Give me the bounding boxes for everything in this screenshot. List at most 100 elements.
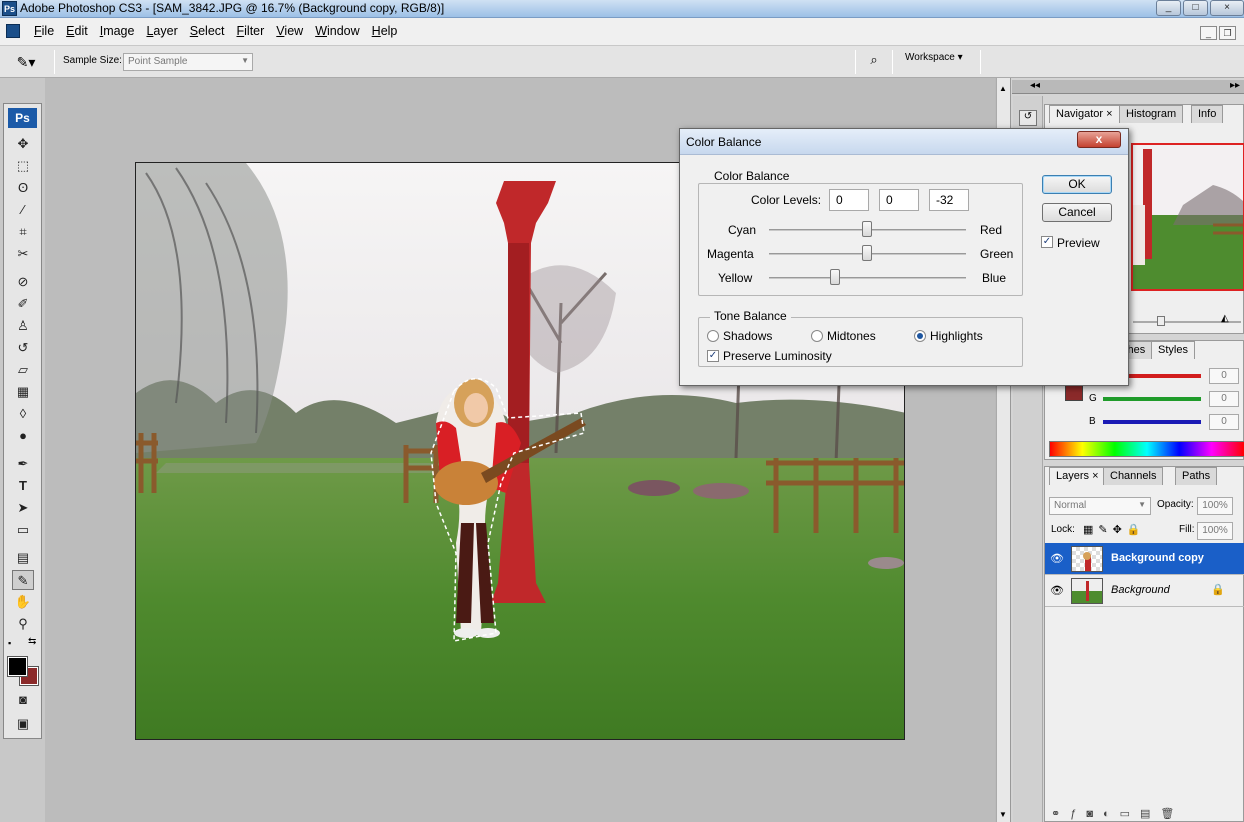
tab-info[interactable]: Info	[1191, 105, 1224, 123]
opacity-input[interactable]: 100%	[1197, 497, 1233, 515]
preview-checkbox[interactable]: ✓	[1041, 236, 1053, 248]
eyedropper-preset-icon[interactable]: ✎▾	[14, 52, 38, 72]
doc-minimize-button[interactable]: _	[1200, 26, 1217, 40]
photoshop-logo-icon[interactable]: Ps	[8, 108, 37, 128]
clone-stamp-tool-icon[interactable]: ♙	[12, 316, 34, 336]
swap-colors-icon[interactable]: ⇆	[28, 636, 36, 647]
preserve-luminosity-checkbox[interactable]: ✓	[707, 350, 719, 362]
layer-row-background[interactable]: 👁 Background 🔒	[1045, 575, 1244, 607]
color-level-yellow-blue-input[interactable]: -32	[929, 189, 969, 211]
menu-filter[interactable]: Filter	[231, 24, 271, 38]
document-icon[interactable]	[6, 24, 20, 38]
blue-channel-slider[interactable]	[1103, 420, 1201, 424]
cyan-red-slider-thumb[interactable]	[862, 221, 872, 237]
dodge-tool-icon[interactable]: ●	[12, 426, 34, 446]
menu-help[interactable]: Help	[366, 24, 404, 38]
quick-mask-icon[interactable]: ◙	[12, 690, 34, 710]
shadows-label[interactable]: Shadows	[723, 329, 772, 343]
default-colors-icon[interactable]: ▪	[8, 638, 11, 648]
layers-footer-icons[interactable]: ⚭ƒ◙◐▭▤🗑	[1051, 807, 1184, 820]
preserve-luminosity-label[interactable]: Preserve Luminosity	[723, 349, 832, 363]
blur-tool-icon[interactable]: ◊	[12, 404, 34, 424]
expand-icon[interactable]: ▸▸	[1230, 80, 1240, 91]
marquee-tool-icon[interactable]: ⬚	[12, 156, 34, 176]
gradient-tool-icon[interactable]: ▦	[12, 382, 34, 402]
menu-layer[interactable]: Layer	[140, 24, 183, 38]
dialog-close-button[interactable]: x	[1077, 131, 1121, 148]
tab-styles[interactable]: Styles	[1151, 341, 1195, 359]
blend-mode-select[interactable]: Normal ▼	[1049, 497, 1151, 515]
blue-channel-value[interactable]: 0	[1209, 414, 1239, 430]
zoom-in-icon[interactable]: ◭	[1221, 313, 1229, 324]
tab-navigator[interactable]: Navigator ×	[1049, 105, 1120, 123]
history-brush-tool-icon[interactable]: ↺	[12, 338, 34, 358]
notes-tool-icon[interactable]: ▤	[12, 548, 34, 568]
pen-tool-icon[interactable]: ✒	[12, 454, 34, 474]
minimize-button[interactable]: _	[1156, 0, 1181, 16]
menu-file[interactable]: File	[28, 24, 60, 38]
tab-histogram[interactable]: Histogram	[1119, 105, 1184, 123]
path-selection-tool-icon[interactable]: ➤	[12, 498, 34, 518]
dialog-titlebar[interactable]: Color Balance	[680, 129, 1128, 155]
menu-select[interactable]: Select	[184, 24, 231, 38]
scroll-down-icon[interactable]: ▼	[999, 810, 1007, 819]
type-tool-icon[interactable]: T	[12, 476, 34, 496]
menu-image[interactable]: Image	[94, 24, 141, 38]
navigator-thumbnail[interactable]	[1131, 143, 1244, 291]
yellow-blue-slider-thumb[interactable]	[830, 269, 840, 285]
magic-wand-tool-icon[interactable]: ⁄	[12, 200, 34, 220]
hand-tool-icon[interactable]: ✋	[12, 592, 34, 612]
highlights-radio[interactable]	[914, 330, 926, 342]
crop-tool-icon[interactable]: ⌗	[12, 222, 34, 242]
zoom-slider-thumb[interactable]	[1157, 316, 1165, 326]
close-icon[interactable]: ×	[1092, 470, 1098, 482]
move-tool-icon[interactable]: ✥	[12, 134, 34, 154]
menu-window[interactable]: Window	[309, 24, 365, 38]
shape-tool-icon[interactable]: ▭	[12, 520, 34, 540]
ok-button[interactable]: OK	[1042, 175, 1112, 194]
screen-mode-icon[interactable]: ▣	[12, 714, 34, 734]
eraser-tool-icon[interactable]: ▱	[12, 360, 34, 380]
maximize-button[interactable]: □	[1183, 0, 1208, 16]
brush-tool-icon[interactable]: ✐	[12, 294, 34, 314]
sample-size-select[interactable]: Point Sample ▼	[123, 53, 253, 71]
healing-brush-tool-icon[interactable]: ⊘	[12, 272, 34, 292]
lock-icons[interactable]: ▦✎✥🔒	[1083, 523, 1146, 536]
midtones-radio[interactable]	[811, 330, 823, 342]
menu-edit[interactable]: Edit	[60, 24, 94, 38]
workspace-menu[interactable]: Workspace ▾	[905, 52, 963, 63]
foreground-color-swatch[interactable]	[7, 656, 28, 677]
eyedropper-tool-icon[interactable]: ✎	[12, 570, 34, 590]
lasso-tool-icon[interactable]: ʘ	[12, 178, 34, 198]
history-panel-icon[interactable]: ↺	[1019, 110, 1037, 126]
magenta-green-slider-thumb[interactable]	[862, 245, 872, 261]
shadows-radio[interactable]	[707, 330, 719, 342]
close-icon[interactable]: ×	[1106, 108, 1112, 120]
doc-restore-button[interactable]: ❐	[1219, 26, 1236, 40]
eye-icon[interactable]: 👁	[1050, 584, 1064, 597]
menu-view[interactable]: View	[270, 24, 309, 38]
preview-label[interactable]: Preview	[1057, 236, 1100, 250]
close-window-button[interactable]: ×	[1210, 0, 1244, 16]
yellow-blue-slider[interactable]	[769, 277, 966, 279]
eye-icon[interactable]: 👁	[1050, 552, 1064, 565]
color-spectrum-ramp[interactable]	[1049, 441, 1244, 457]
tab-channels[interactable]: Channels	[1103, 467, 1164, 485]
cancel-button[interactable]: Cancel	[1042, 203, 1112, 222]
green-channel-slider[interactable]	[1103, 397, 1201, 401]
collapse-icon[interactable]: ◂◂	[1030, 80, 1040, 91]
bridge-icon[interactable]: ⌕	[863, 52, 885, 72]
tab-layers[interactable]: Layers ×	[1049, 467, 1106, 485]
highlights-label[interactable]: Highlights	[930, 329, 983, 343]
color-level-magenta-green-input[interactable]: 0	[879, 189, 919, 211]
slice-tool-icon[interactable]: ✂	[12, 244, 34, 264]
layer-row-background-copy[interactable]: 👁 Background copy	[1045, 543, 1244, 575]
dock-header[interactable]: ◂◂ ▸▸	[1012, 80, 1244, 94]
layer-name[interactable]: Background copy	[1111, 552, 1204, 564]
green-channel-value[interactable]: 0	[1209, 391, 1239, 407]
scroll-up-icon[interactable]: ▲	[999, 84, 1007, 93]
zoom-tool-icon[interactable]: ⚲	[12, 614, 34, 634]
red-channel-value[interactable]: 0	[1209, 368, 1239, 384]
color-level-cyan-red-input[interactable]: 0	[829, 189, 869, 211]
fill-input[interactable]: 100%	[1197, 522, 1233, 540]
